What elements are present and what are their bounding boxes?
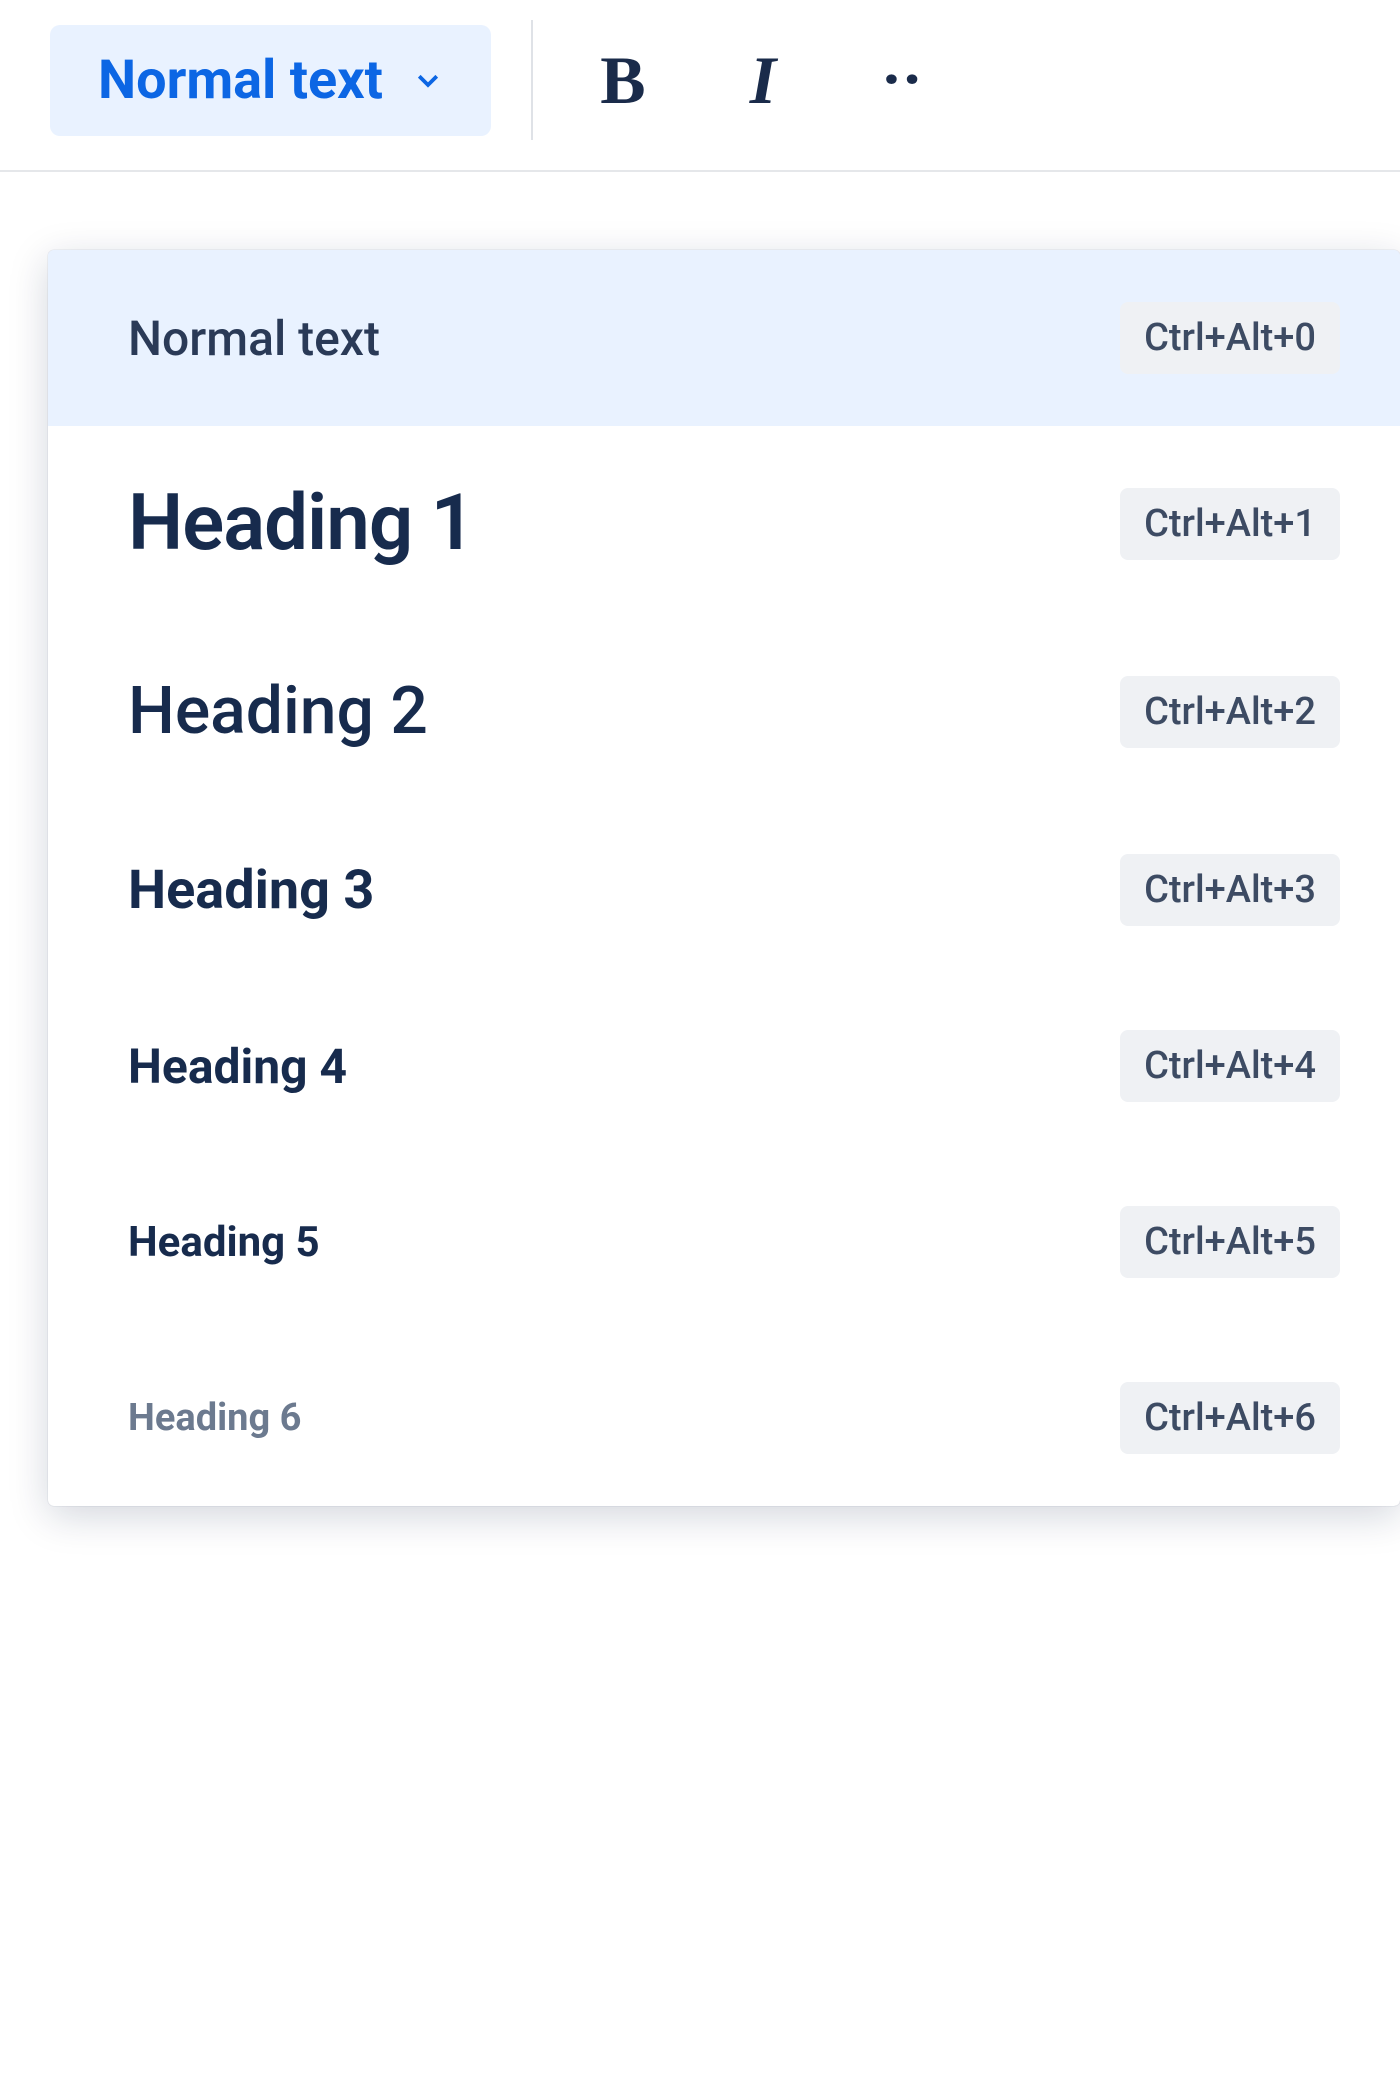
keyboard-shortcut-badge: Ctrl+Alt+1 [1120, 488, 1340, 560]
italic-button[interactable]: I [713, 30, 813, 130]
text-style-menu: Normal text Ctrl+Alt+0 Heading 1 Ctrl+Alt+1… [48, 250, 1400, 1506]
text-style-option-label: Heading 4 [128, 1038, 347, 1095]
more-formatting-button[interactable]: ·· [853, 30, 953, 130]
text-style-option-label: Normal text [128, 310, 380, 367]
text-style-dropdown[interactable]: Normal text [50, 25, 491, 136]
keyboard-shortcut-badge: Ctrl+Alt+6 [1120, 1382, 1340, 1454]
toolbar-divider [531, 20, 533, 140]
editor-toolbar: Normal text B I ·· [0, 0, 1400, 172]
bold-button[interactable]: B [573, 30, 673, 130]
keyboard-shortcut-badge: Ctrl+Alt+5 [1120, 1206, 1340, 1278]
text-style-option[interactable]: Heading 6 Ctrl+Alt+6 [48, 1330, 1400, 1506]
text-style-option[interactable]: Heading 1 Ctrl+Alt+1 [48, 426, 1400, 621]
text-style-option-label: Heading 6 [128, 1396, 301, 1440]
more-icon: ·· [882, 46, 923, 114]
italic-icon: I [750, 41, 776, 120]
text-style-option-label: Heading 5 [128, 1218, 320, 1267]
keyboard-shortcut-badge: Ctrl+Alt+3 [1120, 854, 1340, 926]
text-style-dropdown-label: Normal text [98, 49, 383, 112]
keyboard-shortcut-badge: Ctrl+Alt+4 [1120, 1030, 1340, 1102]
text-style-option[interactable]: Heading 3 Ctrl+Alt+3 [48, 802, 1400, 978]
text-style-option[interactable]: Heading 2 Ctrl+Alt+2 [48, 621, 1400, 802]
text-style-option[interactable]: Heading 4 Ctrl+Alt+4 [48, 978, 1400, 1154]
chevron-down-icon [413, 65, 443, 95]
keyboard-shortcut-badge: Ctrl+Alt+2 [1120, 676, 1340, 748]
bold-icon: B [600, 41, 645, 120]
text-style-option-label: Heading 3 [128, 859, 374, 922]
keyboard-shortcut-badge: Ctrl+Alt+0 [1120, 302, 1340, 374]
text-style-option[interactable]: Heading 5 Ctrl+Alt+5 [48, 1154, 1400, 1330]
text-style-option[interactable]: Normal text Ctrl+Alt+0 [48, 250, 1400, 426]
text-style-option-label: Heading 1 [128, 478, 474, 569]
text-style-option-label: Heading 2 [128, 673, 428, 750]
